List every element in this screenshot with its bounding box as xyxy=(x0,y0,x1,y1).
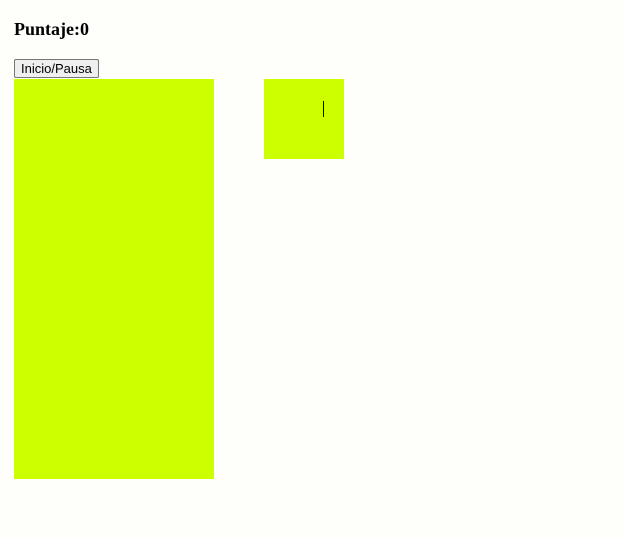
text-cursor xyxy=(323,101,324,117)
start-pause-button[interactable]: Inicio/Pausa xyxy=(14,59,99,78)
game-page: { "score": { "label": "Puntaje:", "value… xyxy=(0,0,622,538)
score-display: Puntaje:0 xyxy=(14,18,89,40)
score-label: Puntaje: xyxy=(14,19,80,39)
score-value: 0 xyxy=(80,19,89,39)
game-board[interactable] xyxy=(14,79,214,479)
next-piece-preview xyxy=(264,79,344,159)
